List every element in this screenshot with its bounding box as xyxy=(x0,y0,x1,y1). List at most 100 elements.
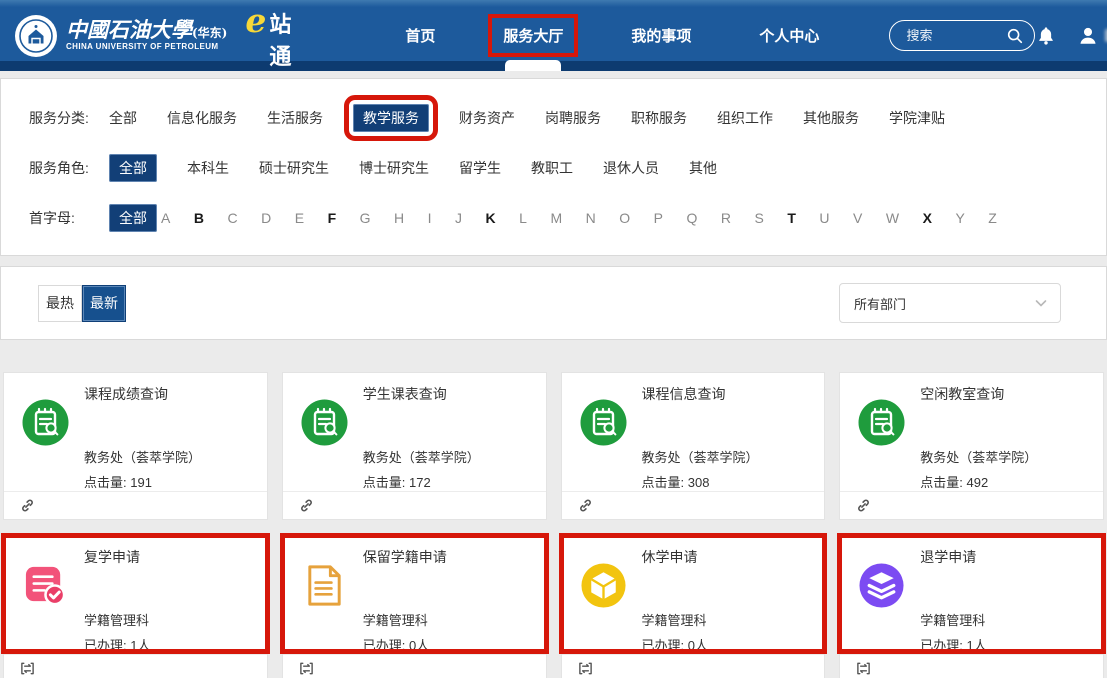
letter-chip[interactable]: T xyxy=(787,210,796,226)
letter-chip[interactable]: C xyxy=(227,210,237,226)
service-card[interactable]: 退学申请 学籍管理科 已办理: 1人 xyxy=(839,535,1104,678)
category-chip[interactable]: 信息化服务 xyxy=(167,108,237,128)
letter-chip[interactable]: P xyxy=(654,210,663,226)
service-card[interactable]: 课程信息查询 教务处（荟萃学院） 点击量: 308 xyxy=(561,372,826,520)
account-menu[interactable]: ▼ xyxy=(1077,25,1107,47)
letter-chip[interactable]: W xyxy=(886,210,899,226)
letter-chip[interactable]: Z xyxy=(988,210,997,226)
letter-chip[interactable]: K xyxy=(486,210,496,226)
role-chip[interactable]: 留学生 xyxy=(459,158,501,178)
service-card[interactable]: 空闲教室查询 教务处（荟萃学院） 点击量: 492 xyxy=(839,372,1104,520)
filter-label: 首字母: xyxy=(29,208,109,228)
category-chip[interactable]: 学院津贴 xyxy=(889,108,945,128)
service-title[interactable]: 休学申请 xyxy=(642,547,811,567)
category-chip[interactable]: 全部 xyxy=(109,108,137,128)
nav-item[interactable]: 个人中心 xyxy=(725,0,853,71)
header-search[interactable] xyxy=(889,20,1035,51)
search-icon[interactable] xyxy=(1006,27,1024,45)
letter-chip[interactable]: O xyxy=(619,210,630,226)
letter-chip[interactable]: J xyxy=(455,210,462,226)
category-chip[interactable]: 教学服务 xyxy=(353,104,429,132)
tab-newest[interactable]: 最新 xyxy=(82,285,126,322)
workflow-icon[interactable] xyxy=(20,661,35,676)
category-chip[interactable]: 其他服务 xyxy=(803,108,859,128)
link-icon[interactable] xyxy=(20,498,35,513)
letter-chip[interactable]: V xyxy=(853,210,862,226)
role-chip[interactable]: 硕士研究生 xyxy=(259,158,329,178)
category-chip[interactable]: 生活服务 xyxy=(267,108,323,128)
role-chip[interactable]: 本科生 xyxy=(187,158,229,178)
service-title[interactable]: 复学申请 xyxy=(84,547,253,567)
card-main: 课程成绩查询 教务处（荟萃学院） 点击量: 191 xyxy=(4,373,267,491)
university-name-zh: 中國石油大學 xyxy=(66,17,192,42)
logo[interactable]: 中國石油大學(华东) CHINA UNIVERSITY OF PETROLEUM… xyxy=(14,0,293,71)
service-card[interactable]: 复学申请 学籍管理科 已办理: 1人 xyxy=(3,535,268,678)
card-footer xyxy=(840,491,1103,519)
service-card[interactable]: 保留学籍申请 学籍管理科 已办理: 0人 xyxy=(282,535,547,678)
letter-chip[interactable]: R xyxy=(721,210,731,226)
letter-chip[interactable]: U xyxy=(819,210,829,226)
service-title[interactable]: 课程成绩查询 xyxy=(84,384,253,404)
link-icon[interactable] xyxy=(578,498,593,513)
role-chip[interactable]: 博士研究生 xyxy=(359,158,429,178)
letter-chip[interactable]: E xyxy=(295,210,304,226)
card-main: 退学申请 学籍管理科 已办理: 1人 xyxy=(840,536,1103,654)
letter-chip[interactable]: Q xyxy=(686,210,697,226)
letter-chip[interactable]: A xyxy=(161,210,170,226)
letter-chip[interactable]: G xyxy=(360,210,371,226)
link-icon[interactable] xyxy=(856,498,871,513)
workflow-icon[interactable] xyxy=(856,661,871,676)
role-chip[interactable]: 教职工 xyxy=(531,158,573,178)
service-title[interactable]: 课程信息查询 xyxy=(642,384,811,404)
letter-chip[interactable]: X xyxy=(923,210,932,226)
university-name-suffix: (华东) xyxy=(192,26,227,40)
service-card[interactable]: 课程成绩查询 教务处（荟萃学院） 点击量: 191 xyxy=(3,372,268,520)
filter-label: 服务分类: xyxy=(29,108,109,128)
department-filter[interactable]: 所有部门 xyxy=(839,283,1061,323)
nav-item[interactable]: 服务大厅 xyxy=(469,0,597,71)
bell-icon[interactable] xyxy=(1035,25,1057,47)
letter-chip[interactable]: H xyxy=(394,210,404,226)
service-department: 教务处（荟萃学院） xyxy=(363,447,532,466)
department-filter-value: 所有部门 xyxy=(854,294,906,313)
workflow-icon[interactable] xyxy=(578,661,593,676)
brand-text: 站通 xyxy=(269,7,293,71)
report-query-icon xyxy=(858,399,905,446)
letter-chip[interactable]: B xyxy=(194,210,204,226)
category-chip[interactable]: 岗聘服务 xyxy=(545,108,601,128)
report-query-icon xyxy=(301,399,348,446)
category-chip[interactable]: 组织工作 xyxy=(717,108,773,128)
service-department: 学籍管理科 xyxy=(84,610,253,629)
tab-hottest[interactable]: 最热 xyxy=(38,285,82,322)
service-card[interactable]: 休学申请 学籍管理科 已办理: 0人 xyxy=(561,535,826,678)
service-title[interactable]: 学生课表查询 xyxy=(363,384,532,404)
letter-chip[interactable]: D xyxy=(261,210,271,226)
letter-chip[interactable]: I xyxy=(428,210,432,226)
category-chip[interactable]: 职称服务 xyxy=(631,108,687,128)
card-main: 空闲教室查询 教务处（荟萃学院） 点击量: 492 xyxy=(840,373,1103,491)
category-chip[interactable]: 财务资产 xyxy=(459,108,515,128)
initial-all-chip[interactable]: 全部 xyxy=(109,204,157,232)
service-card[interactable]: 学生课表查询 教务处（荟萃学院） 点击量: 172 xyxy=(282,372,547,520)
letter-chip[interactable]: L xyxy=(519,210,527,226)
letter-chip[interactable]: M xyxy=(550,210,562,226)
filter-row-initial: 首字母: 全部 A B C D E F G H I J xyxy=(1,193,1106,243)
nav-item[interactable]: 我的事项 xyxy=(597,0,725,71)
letter-chip[interactable]: N xyxy=(586,210,596,226)
resume-study-icon xyxy=(22,562,69,609)
letter-chip[interactable]: F xyxy=(328,210,337,226)
link-icon[interactable] xyxy=(299,498,314,513)
search-input[interactable] xyxy=(906,28,1006,43)
nav-item[interactable]: 首页 xyxy=(371,0,469,71)
role-chip[interactable]: 退休人员 xyxy=(603,158,659,178)
filter-row-category: 服务分类: 全部 信息化服务 生活服务 教学服务 财务资产 岗聘服务 职称服务 … xyxy=(1,93,1106,143)
workflow-icon[interactable] xyxy=(299,661,314,676)
service-title[interactable]: 退学申请 xyxy=(920,547,1089,567)
role-chip[interactable]: 全部 xyxy=(109,154,157,182)
letter-chip[interactable]: S xyxy=(755,210,764,226)
letter-chip[interactable]: Y xyxy=(955,210,964,226)
service-title[interactable]: 空闲教室查询 xyxy=(920,384,1089,404)
role-chip[interactable]: 其他 xyxy=(689,158,717,178)
service-title[interactable]: 保留学籍申请 xyxy=(363,547,532,567)
service-metric: 点击量: 172 xyxy=(363,472,532,491)
